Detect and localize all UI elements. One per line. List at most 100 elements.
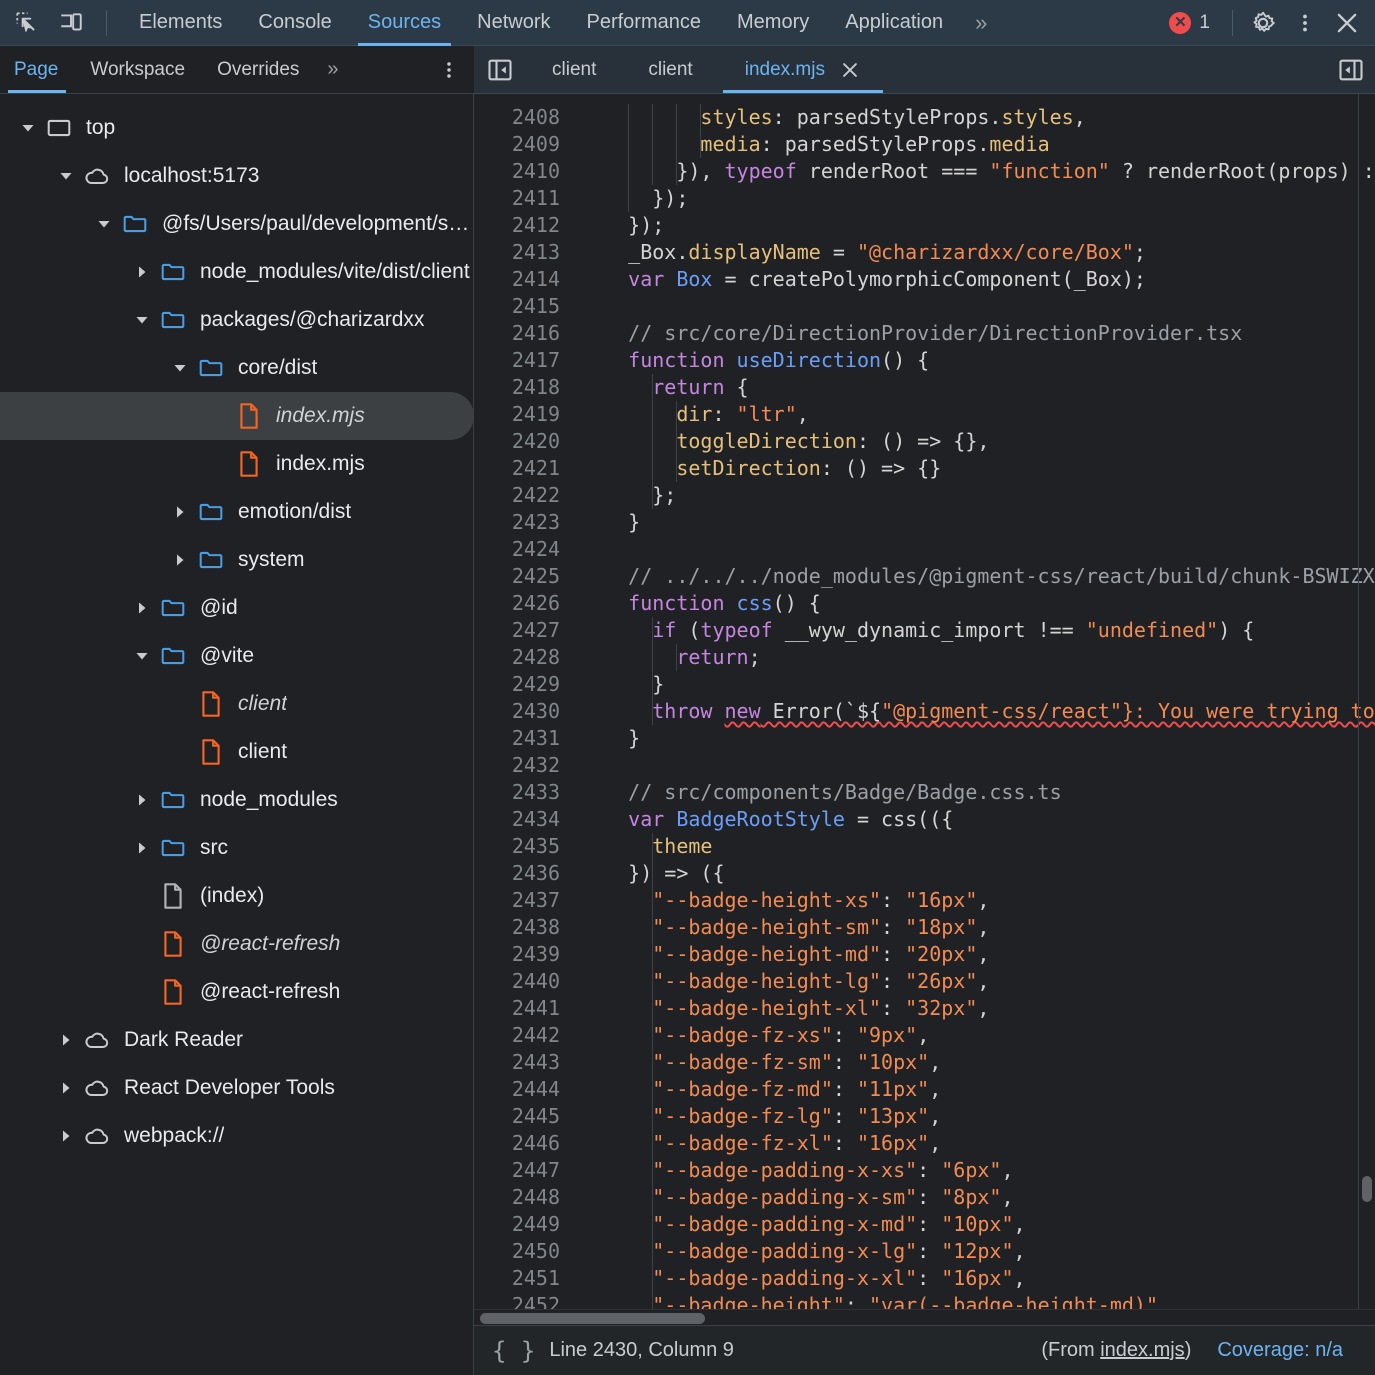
line-number[interactable]: 2420 [474,428,560,455]
code-line[interactable]: "--badge-height-xs": "16px", [574,887,1375,914]
tree-item-vite[interactable]: @vite [0,632,474,680]
line-number[interactable]: 2413 [474,239,560,266]
device-toolbar-icon[interactable] [54,6,88,40]
chevron-right-icon[interactable] [128,264,156,280]
line-number[interactable]: 2421 [474,455,560,482]
line-number[interactable]: 2433 [474,779,560,806]
line-number[interactable]: 2408 [474,104,560,131]
tree-item-fs-users-paul-development-s[interactable]: @fs/Users/paul/development/s… [0,200,474,248]
nav-tab-workspace[interactable]: Workspace [74,46,201,93]
code-line[interactable]: // src/core/DirectionProvider/DirectionP… [574,320,1375,347]
editor-tab-client-1[interactable]: client [526,46,622,93]
tree-item-index[interactable]: (index) [0,872,474,920]
tree-item-webpack[interactable]: webpack:// [0,1112,474,1160]
tab-application[interactable]: Application [827,0,961,46]
chevron-down-icon[interactable] [166,360,194,376]
tree-item-emotion-dist[interactable]: emotion/dist [0,488,474,536]
tree-item-react-developer-tools[interactable]: React Developer Tools [0,1064,474,1112]
line-number[interactable]: 2443 [474,1049,560,1076]
line-number[interactable]: 2428 [474,644,560,671]
line-number[interactable]: 2426 [474,590,560,617]
line-number[interactable]: 2436 [474,860,560,887]
inspect-element-icon[interactable] [10,6,44,40]
code-line[interactable]: "--badge-fz-lg": "13px", [574,1103,1375,1130]
code-line[interactable]: }; [574,482,1375,509]
code-line[interactable]: "--badge-height-sm": "18px", [574,914,1375,941]
code-line[interactable]: dir: "ltr", [574,401,1375,428]
line-number[interactable]: 2410 [474,158,560,185]
chevron-right-icon[interactable] [52,1080,80,1096]
tab-network[interactable]: Network [459,0,568,46]
code-line[interactable]: "--badge-fz-md": "11px", [574,1076,1375,1103]
code-line[interactable] [574,293,1375,320]
code-line[interactable]: }) => ({ [574,860,1375,887]
line-number[interactable]: 2414 [474,266,560,293]
line-number[interactable]: 2447 [474,1157,560,1184]
line-number[interactable]: 2424 [474,536,560,563]
chevron-down-icon[interactable] [128,312,156,328]
navigator-more-options-icon[interactable] [438,59,460,81]
chevron-down-icon[interactable] [52,168,80,184]
code-line[interactable]: _Box.displayName = "@charizardxx/core/Bo… [574,239,1375,266]
tree-item-client[interactable]: client [0,728,474,776]
line-number[interactable]: 2442 [474,1022,560,1049]
code-line[interactable]: var BadgeRootStyle = css(({ [574,806,1375,833]
tab-sources[interactable]: Sources [350,0,459,46]
close-icon[interactable] [839,59,861,81]
show-navigator-icon[interactable] [474,56,526,84]
code-viewport[interactable]: 2408 2409 2410 2411 2412 2413 2414 2415 2416 2417… [474,94,1375,1309]
gear-icon[interactable] [1243,3,1283,43]
code-line[interactable]: return { [574,374,1375,401]
line-number[interactable]: 2417 [474,347,560,374]
line-number[interactable]: 2441 [474,995,560,1022]
code-line[interactable]: "--badge-fz-xl": "16px", [574,1130,1375,1157]
line-number[interactable]: 2437 [474,887,560,914]
code-line[interactable]: "--badge-padding-x-xl": "16px", [574,1265,1375,1292]
line-number[interactable]: 2434 [474,806,560,833]
code-line[interactable]: setDirection: () => {} [574,455,1375,482]
code-line[interactable]: } [574,725,1375,752]
chevron-right-icon[interactable] [166,504,194,520]
line-number[interactable]: 2439 [474,941,560,968]
code-line[interactable]: "--badge-padding-x-md": "10px", [574,1211,1375,1238]
tree-item-id[interactable]: @id [0,584,474,632]
line-number[interactable]: 2430 [474,698,560,725]
coverage-label[interactable]: Coverage: n/a [1217,1339,1343,1362]
code-line[interactable] [574,752,1375,779]
tree-item-react-refresh[interactable]: @react-refresh [0,920,474,968]
horizontal-scrollbar[interactable] [474,1309,1375,1325]
navigator-file-tree[interactable]: top localhost:5173 @fs/Users/paul/developm… [0,94,474,1375]
tree-item-top[interactable]: top [0,104,474,152]
chevron-right-icon[interactable] [128,792,156,808]
code-line[interactable]: var Box = createPolymorphicComponent(_Bo… [574,266,1375,293]
tab-memory[interactable]: Memory [719,0,827,46]
line-number[interactable]: 2425 [474,563,560,590]
line-number[interactable]: 2431 [474,725,560,752]
code-line[interactable]: "--badge-fz-sm": "10px", [574,1049,1375,1076]
line-number[interactable]: 2418 [474,374,560,401]
code-line[interactable]: // src/components/Badge/Badge.css.ts [574,779,1375,806]
code-line[interactable]: media: parsedStyleProps.media [574,131,1375,158]
tree-item-src[interactable]: src [0,824,474,872]
line-number[interactable]: 2427 [474,617,560,644]
tree-item-localhost-5173[interactable]: localhost:5173 [0,152,474,200]
source-origin-link[interactable]: index.mjs [1100,1339,1184,1361]
tree-item-index-mjs[interactable]: index.mjs [0,392,474,440]
code-line[interactable]: "--badge-fz-xs": "9px", [574,1022,1375,1049]
code-line[interactable]: if (typeof __wyw_dynamic_import !== "und… [574,617,1375,644]
more-tabs-icon[interactable]: » [961,10,1001,36]
code-line[interactable]: return; [574,644,1375,671]
tree-item-client[interactable]: client [0,680,474,728]
line-number[interactable]: 2452 [474,1292,560,1309]
line-number[interactable]: 2409 [474,131,560,158]
code-line[interactable]: "--badge-height-md": "20px", [574,941,1375,968]
chevron-down-icon[interactable] [128,648,156,664]
line-number[interactable]: 2412 [474,212,560,239]
tree-item-packages-charizardxx[interactable]: packages/@charizardxx [0,296,474,344]
code-line[interactable]: "--badge-padding-x-lg": "12px", [574,1238,1375,1265]
tab-performance[interactable]: Performance [569,0,720,46]
chevron-right-icon[interactable] [128,840,156,856]
tree-item-index-mjs[interactable]: index.mjs [0,440,474,488]
line-number[interactable]: 2446 [474,1130,560,1157]
chevron-right-icon[interactable] [128,600,156,616]
